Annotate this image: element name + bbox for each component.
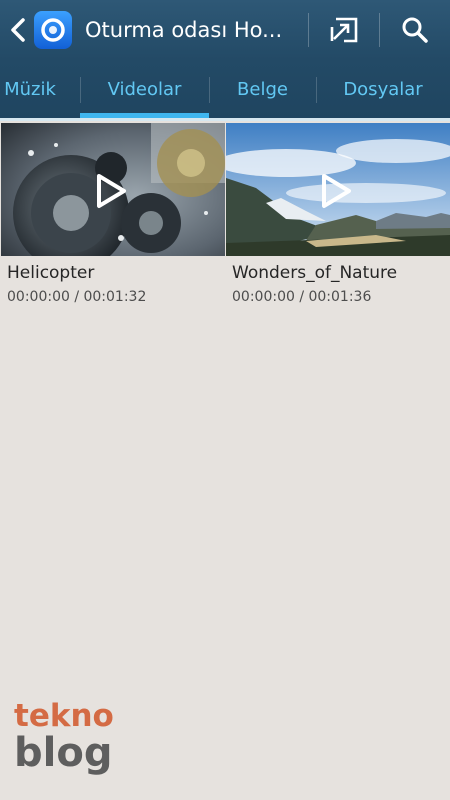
search-icon <box>402 17 428 43</box>
video-duration: 00:00:00 / 00:01:32 <box>7 289 147 305</box>
video-thumbnail[interactable] <box>1 123 225 256</box>
play-icon <box>322 174 351 208</box>
video-title: Helicopter <box>7 263 95 283</box>
search-button[interactable] <box>383 0 447 60</box>
tab-belge[interactable]: Belge <box>209 60 316 119</box>
divider <box>308 13 309 47</box>
samsung-link-icon[interactable] <box>34 11 72 49</box>
video-title: Wonders_of_Nature <box>232 263 398 283</box>
tab-muzik[interactable]: Müzik <box>0 60 80 119</box>
play-icon <box>97 174 126 208</box>
tab-bar-underline <box>0 118 450 121</box>
page-title: Oturma odası Ho... <box>85 18 283 42</box>
screen-mirror-button[interactable] <box>312 0 376 60</box>
watermark-line2: blog <box>14 730 113 776</box>
tab-dosyalar[interactable]: Dosyalar <box>316 60 450 119</box>
chevron-left-icon <box>11 18 25 42</box>
video-thumbnail[interactable] <box>226 123 450 256</box>
tab-videolar[interactable]: Videolar <box>80 60 209 119</box>
video-duration: 00:00:00 / 00:01:36 <box>232 289 372 305</box>
divider <box>379 13 380 47</box>
back-button[interactable] <box>0 0 30 60</box>
tab-bar: Müzik Videolar Belge Dosyalar <box>0 60 450 119</box>
action-bar: Oturma odası Ho... <box>0 0 450 60</box>
watermark-line1: tekno <box>14 698 114 734</box>
screen-mirror-icon <box>330 17 358 43</box>
teknoblog-watermark-logo: tekno blog <box>14 698 114 788</box>
